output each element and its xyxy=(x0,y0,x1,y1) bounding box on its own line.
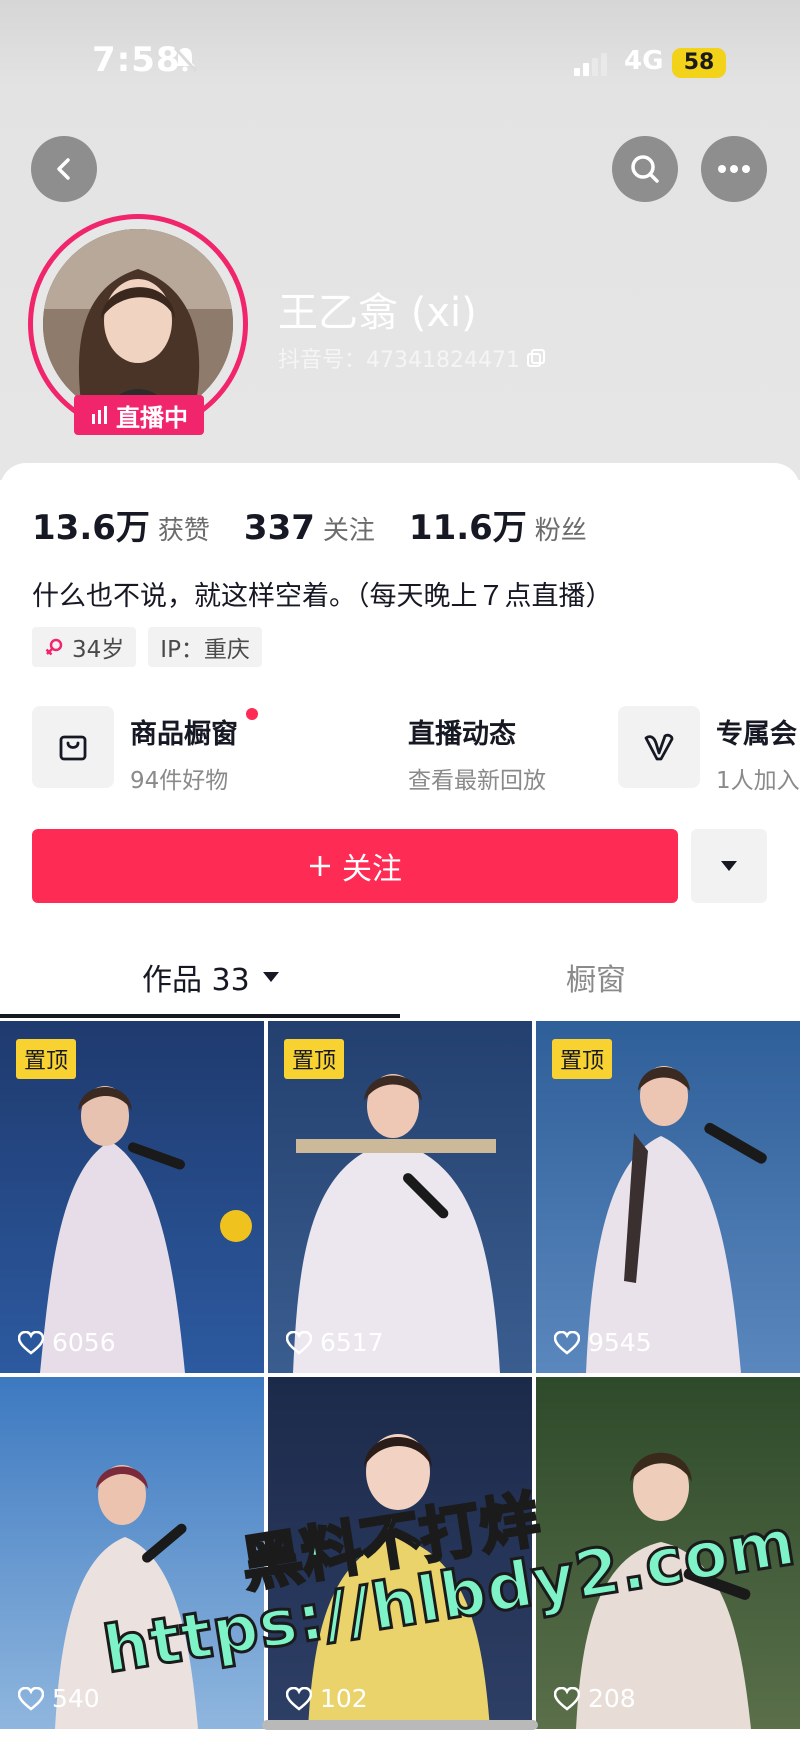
status-time: 7:58 xyxy=(92,40,181,80)
ip-tag: IP：重庆 xyxy=(148,627,262,667)
likes-count[interactable]: 13.6万 xyxy=(32,500,150,549)
signal-icon xyxy=(574,53,607,76)
shortcut-membership-sub: 1人加入 xyxy=(716,768,800,794)
douyin-id-text: 抖音号：47341824471 xyxy=(278,348,520,373)
follow-button[interactable]: 关注 xyxy=(32,829,678,903)
heart-icon xyxy=(554,1330,580,1355)
more-options-button[interactable] xyxy=(701,136,767,202)
pinned-badge: 置顶 xyxy=(284,1039,345,1079)
followers-count[interactable]: 11.6万 xyxy=(409,500,527,549)
live-bars-icon xyxy=(92,406,107,424)
video-likes: 208 xyxy=(554,1684,636,1713)
more-dots-icon xyxy=(718,165,750,173)
age-text: 34岁 xyxy=(72,637,125,663)
tab-works-label: 作品 33 xyxy=(142,963,250,998)
video-thumbnail[interactable]: 置顶 6517 xyxy=(268,1021,532,1373)
shortcut-membership[interactable]: 专属会 1人加入 xyxy=(618,706,800,795)
avatar xyxy=(43,229,233,419)
following-label: 关注 xyxy=(322,516,375,546)
live-badge[interactable]: 直播中 xyxy=(74,395,204,435)
profile-name: 王乙翕 (xi) xyxy=(278,290,477,336)
profile-tags: 34岁 IP：重庆 xyxy=(32,627,262,667)
video-likes-count: 102 xyxy=(320,1684,368,1713)
shortcut-live-sub: 查看最新回放 xyxy=(408,768,546,794)
network-type: 4G xyxy=(624,46,664,76)
shortcut-showcase-sub: 94件好物 xyxy=(130,768,229,794)
female-icon xyxy=(45,638,63,656)
age-tag: 34岁 xyxy=(32,627,137,667)
back-button[interactable] xyxy=(31,136,97,202)
mute-bell-icon xyxy=(173,46,198,73)
active-tab-indicator xyxy=(0,1014,400,1018)
heart-icon xyxy=(554,1686,580,1711)
heart-icon xyxy=(18,1686,44,1711)
following-count[interactable]: 337 xyxy=(244,508,315,548)
followers-label: 粉丝 xyxy=(534,516,587,546)
plus-icon xyxy=(310,856,330,876)
shortcut-membership-title: 专属会 xyxy=(716,719,797,750)
chevron-left-icon xyxy=(57,158,70,180)
shortcut-live-title: 直播动态 xyxy=(408,719,516,750)
video-likes-count: 9545 xyxy=(588,1328,652,1357)
video-likes: 102 xyxy=(286,1684,368,1713)
video-likes: 540 xyxy=(18,1684,100,1713)
caret-down-icon xyxy=(262,972,279,982)
search-icon xyxy=(631,155,659,183)
pinned-badge: 置顶 xyxy=(16,1039,77,1079)
likes-label: 获赞 xyxy=(157,516,210,546)
profile-stats: 13.6万 获赞 337 关注 11.6万 粉丝 xyxy=(32,500,621,549)
shortcut-showcase-title: 商品橱窗 xyxy=(130,719,238,750)
heart-icon xyxy=(286,1330,312,1355)
ip-text: IP：重庆 xyxy=(160,637,250,663)
douyin-id[interactable]: 抖音号：47341824471 xyxy=(278,342,546,374)
video-likes: 6056 xyxy=(18,1328,116,1357)
live-badge-label: 直播中 xyxy=(116,403,188,432)
tab-works[interactable]: 作品 33 xyxy=(142,955,280,999)
video-likes-count: 208 xyxy=(588,1684,636,1713)
video-likes: 9545 xyxy=(554,1328,652,1357)
shopping-bag-icon xyxy=(32,706,114,788)
heart-icon xyxy=(286,1686,312,1711)
battery-indicator: 58 xyxy=(672,48,726,78)
search-button[interactable] xyxy=(612,136,678,202)
video-likes-count: 6517 xyxy=(320,1328,384,1357)
pinned-badge: 置顶 xyxy=(552,1039,613,1079)
profile-bio: 什么也不说，就这样空着。（每天晚上７点直播） xyxy=(32,581,613,612)
video-thumbnail[interactable]: 置顶 6056 xyxy=(0,1021,264,1373)
tab-showcase[interactable]: 橱窗 xyxy=(566,955,626,999)
caret-down-icon xyxy=(721,861,737,871)
video-likes-count: 540 xyxy=(52,1684,100,1713)
heart-v-icon xyxy=(618,706,700,788)
video-thumbnail[interactable]: 置顶 9545 xyxy=(536,1021,800,1373)
video-likes-count: 6056 xyxy=(52,1328,116,1357)
copy-icon[interactable] xyxy=(526,348,546,368)
shortcut-showcase[interactable]: 商品橱窗 94件好物 xyxy=(32,706,238,795)
video-likes: 6517 xyxy=(286,1328,384,1357)
shortcut-live-updates[interactable]: 直播动态 查看最新回放 xyxy=(408,706,546,795)
new-dot-indicator xyxy=(246,708,258,720)
home-indicator[interactable] xyxy=(262,1720,538,1730)
follow-label: 关注 xyxy=(342,852,402,887)
follow-dropdown-button[interactable] xyxy=(691,829,767,903)
heart-icon xyxy=(18,1330,44,1355)
